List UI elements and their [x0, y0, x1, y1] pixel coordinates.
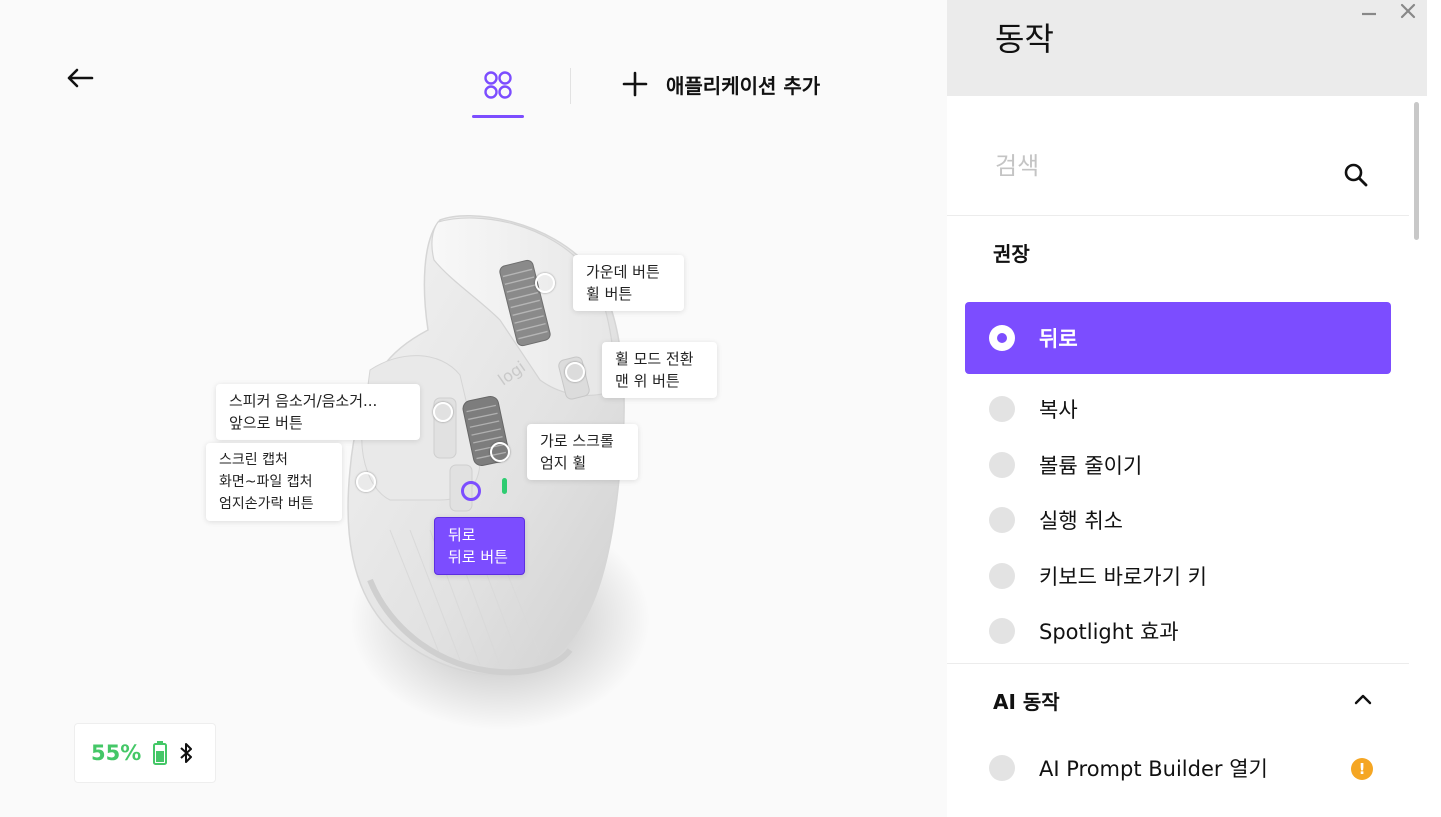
callout-back-button[interactable]: 뒤로 뒤로 버튼 [434, 517, 525, 575]
callout-button-name: 엄지손가락 버튼 [219, 496, 314, 512]
callout-action: 스피커 음소거/음소거... [229, 392, 378, 410]
action-label: AI Prompt Builder 열기 [1039, 757, 1268, 781]
action-label: Spotlight 효과 [1039, 620, 1179, 644]
panel-header: 동작 [947, 0, 1427, 96]
action-item-undo[interactable]: 실행 취소 [965, 492, 1391, 548]
callout-forward-button[interactable]: 스피커 음소거/음소거... 앞으로 버튼 [216, 384, 420, 440]
radio [989, 452, 1015, 478]
callout-action: 가운데 버튼 [586, 263, 660, 281]
action-label: 볼륨 줄이기 [1039, 454, 1143, 478]
mode-shift-hotspot[interactable] [565, 362, 585, 382]
callout-button-name: 휠 버튼 [586, 285, 633, 303]
callout-button-name: 앞으로 버튼 [229, 414, 303, 432]
battery-icon [153, 741, 168, 765]
panel-title: 동작 [995, 20, 1054, 58]
tab-all-applications[interactable] [472, 64, 524, 118]
callout-button-name: 맨 위 버튼 [615, 372, 680, 390]
plus-icon [622, 71, 648, 97]
bluetooth-icon [180, 743, 193, 763]
callout-gesture-button[interactable]: 스크린 캡처 화면~파일 캡처 엄지손가락 버튼 [206, 443, 342, 521]
search-input[interactable] [995, 142, 1335, 190]
add-application-button[interactable]: 애플리케이션 추가 [622, 66, 820, 102]
arrow-left-icon [67, 68, 94, 88]
callout-middle-button[interactable]: 가운데 버튼 휠 버튼 [573, 255, 684, 311]
scrollbar[interactable] [1409, 96, 1423, 817]
warning-icon[interactable]: ! [1351, 758, 1373, 780]
radio [989, 507, 1015, 533]
action-item-volume-down[interactable]: 볼륨 줄이기 [965, 437, 1391, 493]
search-icon[interactable] [1343, 162, 1369, 188]
back-button[interactable] [62, 62, 98, 94]
active-tab-underline [472, 115, 524, 118]
forward-button-hotspot[interactable] [433, 402, 453, 422]
tab-divider [570, 68, 571, 104]
action-label: 키보드 바로가기 키 [1039, 565, 1207, 589]
action-item-ai-prompt-builder[interactable]: AI Prompt Builder 열기 [965, 740, 1391, 796]
search-bar [947, 120, 1409, 216]
callout-mode-shift[interactable]: 휠 모드 전환 맨 위 버튼 [602, 342, 717, 398]
radio-selected [989, 325, 1015, 351]
minimize-icon[interactable] [1359, 2, 1379, 22]
callout-thumb-wheel[interactable]: 가로 스크롤 엄지 휠 [527, 424, 638, 480]
action-item-copy[interactable]: 복사 [965, 381, 1391, 437]
recommended-section-title: 권장 [993, 242, 1030, 266]
ai-section-title: AI 동작 [993, 690, 1060, 714]
chevron-up-icon[interactable] [1351, 688, 1375, 712]
action-item-keyboard-shortcut[interactable]: 키보드 바로가기 키 [965, 548, 1391, 604]
callout-action: 뒤로 [448, 526, 476, 544]
battery-percent: 55% [91, 741, 142, 765]
thumb-wheel-hotspot[interactable] [490, 442, 510, 462]
radio [989, 396, 1015, 422]
back-button-hotspot[interactable] [461, 481, 481, 501]
action-label: 실행 취소 [1039, 509, 1123, 533]
action-label: 뒤로 [1039, 327, 1078, 351]
section-divider [947, 663, 1409, 664]
action-item-spotlight[interactable]: Spotlight 효과 [965, 603, 1391, 659]
radio [989, 755, 1015, 781]
callout-action: 휠 모드 전환 [615, 350, 694, 368]
gesture-button-hotspot[interactable] [356, 472, 376, 492]
action-label: 복사 [1039, 398, 1078, 422]
add-application-label: 애플리케이션 추가 [666, 73, 821, 98]
close-icon[interactable] [1397, 0, 1419, 22]
callout-button-name: 엄지 휠 [540, 454, 587, 472]
callout-action-detail: 화면~파일 캡처 [219, 474, 313, 490]
callout-action: 스크린 캡처 [219, 452, 288, 468]
device-status-badge: 55% [74, 723, 216, 783]
callout-button-name: 뒤로 버튼 [448, 548, 508, 566]
scrollbar-thumb[interactable] [1414, 102, 1419, 240]
apps-grid-icon [484, 71, 512, 99]
radio [989, 563, 1015, 589]
actions-panel: 동작 권장 뒤로 복사 볼륨 줄이기 실행 취소 키보드 바로가기 키 [947, 0, 1441, 817]
radio [989, 618, 1015, 644]
callout-action: 가로 스크롤 [540, 432, 614, 450]
action-item-back[interactable]: 뒤로 [965, 302, 1391, 374]
middle-button-hotspot[interactable] [535, 273, 555, 293]
